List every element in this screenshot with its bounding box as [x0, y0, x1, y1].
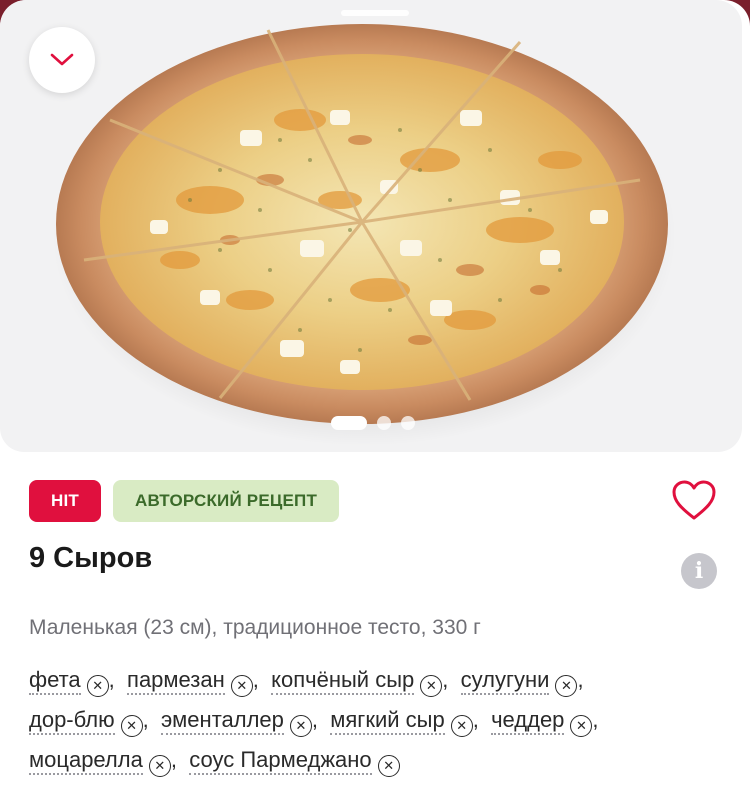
ingredient-name[interactable]: дор-блю — [29, 707, 115, 735]
ingredient-item: фета ✕, — [29, 660, 121, 700]
info-button[interactable]: i — [681, 553, 717, 589]
ingredient-separator: , — [592, 707, 599, 732]
ingredient-name[interactable]: пармезан — [127, 667, 225, 695]
ingredient-name[interactable]: мягкий сыр — [330, 707, 445, 735]
ingredient-item: сулугуни ✕, — [460, 660, 584, 700]
ingredient-item: эменталлер ✕, — [160, 700, 325, 740]
carousel-indicator — [331, 416, 415, 430]
remove-circle-icon[interactable]: ✕ — [289, 714, 312, 737]
carousel-dot[interactable] — [401, 416, 415, 430]
ingredient-separator: , — [472, 707, 485, 732]
ingredient-name[interactable]: соус Пармеджано — [189, 747, 372, 775]
remove-circle-icon[interactable]: ✕ — [450, 714, 473, 737]
sheet-grab-handle[interactable] — [341, 10, 409, 16]
remove-circle-icon[interactable]: ✕ — [377, 754, 400, 777]
remove-circle-icon[interactable]: ✕ — [120, 714, 143, 737]
ingredient-item: пармезан ✕, — [127, 660, 265, 700]
ingredient-separator: , — [142, 707, 155, 732]
ingredient-separator: , — [170, 747, 184, 772]
ingredient-item: дор-блю ✕, — [29, 700, 155, 740]
ingredient-item: копчёный сыр ✕, — [271, 660, 454, 700]
collapse-button[interactable] — [29, 27, 95, 93]
ingredient-item: моцарелла ✕, — [29, 740, 183, 780]
remove-circle-icon[interactable]: ✕ — [148, 754, 171, 777]
badges: HIT АВТОРСКИЙ РЕЦЕПТ — [29, 480, 340, 522]
ingredient-separator: , — [442, 667, 455, 692]
chevron-down-icon — [50, 53, 74, 66]
favorite-button[interactable] — [670, 476, 718, 524]
carousel-dot-active[interactable] — [331, 416, 367, 430]
ingredient-name[interactable]: сулугуни — [460, 667, 550, 695]
remove-circle-icon[interactable]: ✕ — [420, 674, 443, 697]
product-title: 9 Сыров — [29, 542, 153, 574]
ingredient-item: мягкий сыр ✕, — [330, 700, 485, 740]
remove-circle-icon[interactable]: ✕ — [570, 714, 593, 737]
hit-badge: HIT — [29, 480, 101, 522]
carousel-dot[interactable] — [377, 416, 391, 430]
ingredient-name[interactable]: чеддер — [491, 707, 565, 735]
authors-recipe-badge: АВТОРСКИЙ РЕЦЕПТ — [112, 480, 340, 522]
ingredient-separator: , — [311, 707, 325, 732]
ingredient-item: чеддер ✕, — [491, 700, 599, 740]
ingredient-name[interactable]: моцарелла — [29, 747, 143, 775]
ingredient-separator: , — [108, 667, 121, 692]
remove-circle-icon[interactable]: ✕ — [230, 674, 253, 697]
ingredient-name[interactable]: фета — [29, 667, 81, 695]
product-image-carousel[interactable] — [0, 0, 742, 452]
heart-icon — [672, 480, 716, 520]
ingredient-separator: , — [577, 667, 584, 692]
ingredient-item: соус Пармеджано ✕ — [189, 740, 400, 780]
remove-circle-icon[interactable]: ✕ — [555, 674, 578, 697]
product-sheet: HIT АВТОРСКИЙ РЕЦЕПТ 9 Сыров i Маленькая… — [0, 0, 750, 800]
ingredient-name[interactable]: эменталлер — [160, 707, 284, 735]
pizza-image — [52, 24, 676, 446]
ingredient-name[interactable]: копчёный сыр — [271, 667, 415, 695]
ingredient-separator: , — [252, 667, 265, 692]
ingredients-list: фета ✕, пармезан ✕, копчёный сыр ✕, сулугун… — [29, 660, 729, 780]
remove-circle-icon[interactable]: ✕ — [86, 674, 109, 697]
product-description: Маленькая (23 см), традиционное тесто, 3… — [29, 616, 481, 639]
info-icon: i — [694, 558, 704, 584]
